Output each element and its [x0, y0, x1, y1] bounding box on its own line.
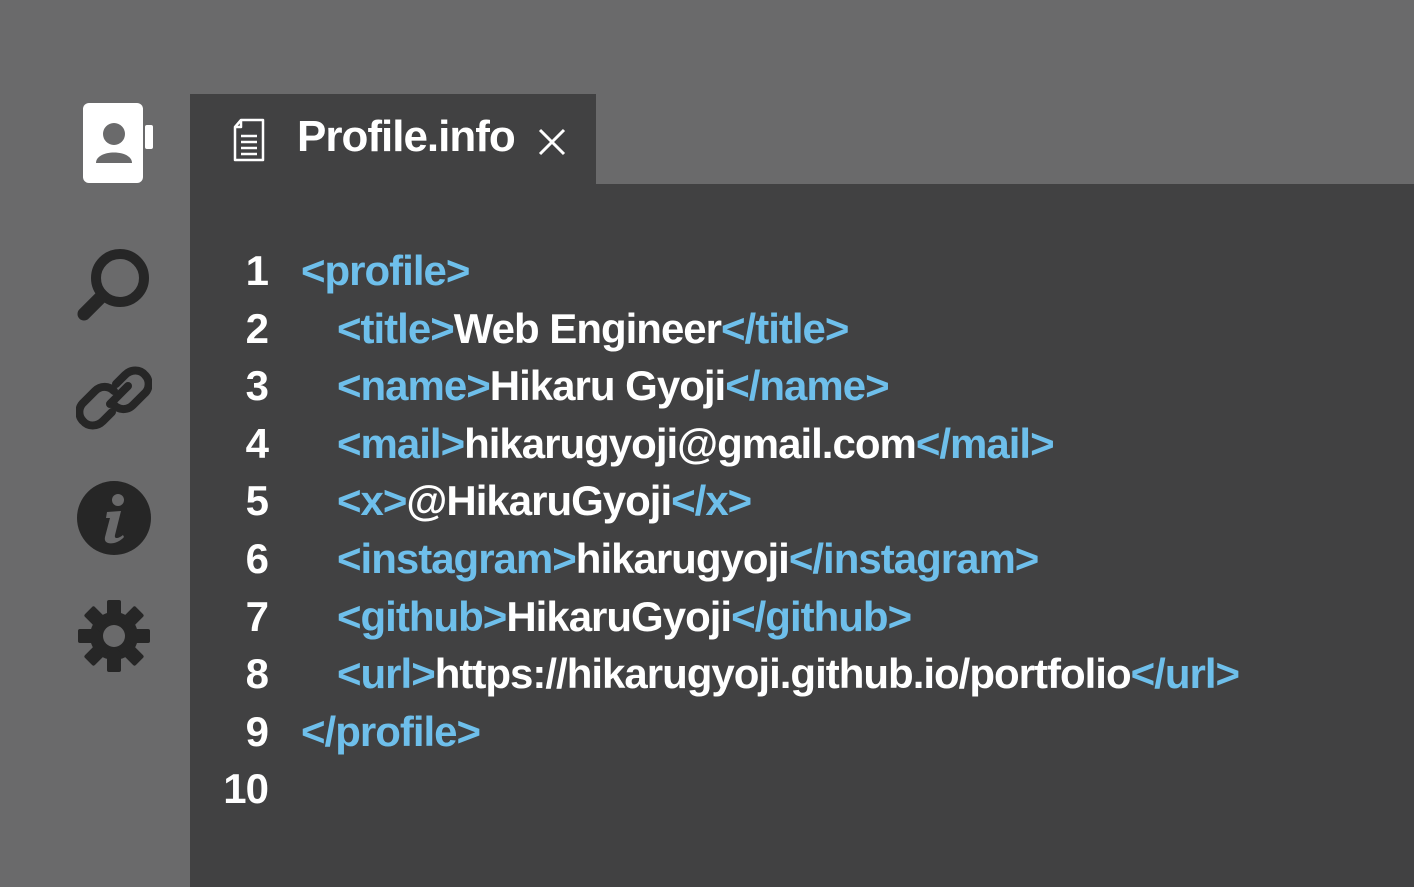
info-icon[interactable] — [77, 481, 151, 555]
open-tag: <profile> — [301, 247, 470, 294]
close-tag: </x> — [671, 477, 752, 524]
open-tag: </profile> — [301, 708, 481, 755]
line-number: 7 — [245, 593, 269, 640]
line-content: <title>Web Engineer</title> — [337, 301, 849, 357]
tab-profile-info[interactable]: Profile.info — [190, 94, 596, 185]
value-text: Web Engineer — [453, 305, 722, 352]
close-tag: </name> — [725, 362, 889, 409]
close-tag: </github> — [731, 593, 912, 640]
open-tag: <name> — [337, 362, 491, 409]
gear-icon[interactable] — [76, 598, 152, 674]
line-number: 5 — [245, 477, 269, 524]
close-tag: </mail> — [915, 420, 1055, 467]
open-tag: <x> — [337, 477, 407, 524]
line-number: 2 — [245, 305, 269, 352]
open-tag: <instagram> — [337, 535, 577, 582]
line-number: 3 — [245, 362, 269, 409]
close-tag: </url> — [1130, 650, 1240, 697]
line-number: 4 — [245, 420, 269, 467]
open-tag: <github> — [337, 593, 507, 640]
tab-title: Profile.info — [297, 112, 516, 161]
line-content: <mail>hikarugyoji@gmail.com</mail> — [337, 416, 1055, 472]
line-number: 8 — [245, 650, 269, 697]
document-icon — [233, 118, 265, 162]
search-icon[interactable] — [76, 246, 152, 322]
line-content: <x>@HikaruGyoji</x> — [337, 473, 752, 529]
line-content: <url>https://hikarugyoji.github.io/portf… — [337, 646, 1240, 702]
value-text: HikaruGyoji — [506, 593, 732, 640]
line-content: </profile> — [301, 704, 481, 760]
close-tag: </title> — [721, 305, 849, 352]
value-text: hikarugyoji@gmail.com — [464, 420, 917, 467]
line-number: 6 — [245, 535, 269, 582]
line-number: 10 — [223, 765, 269, 812]
open-tag: <title> — [337, 305, 455, 352]
profile-card-icon[interactable] — [83, 103, 155, 183]
open-tag: <url> — [337, 650, 436, 697]
value-text: https://hikarugyoji.github.io/portfolio — [434, 650, 1132, 697]
line-number: 9 — [245, 708, 269, 755]
close-icon[interactable] — [537, 127, 567, 157]
close-tag: </instagram> — [788, 535, 1039, 582]
line-content: <instagram>hikarugyoji</instagram> — [337, 531, 1039, 587]
value-text: Hikaru Gyoji — [489, 362, 726, 409]
value-text: @HikaruGyoji — [406, 477, 672, 524]
line-content: <profile> — [301, 243, 470, 299]
line-content: <github>HikaruGyoji</github> — [337, 589, 912, 645]
line-number: 1 — [245, 247, 269, 294]
open-tag: <mail> — [337, 420, 465, 467]
value-text: hikarugyoji — [575, 535, 790, 582]
link-icon[interactable] — [76, 360, 152, 436]
line-content: <name>Hikaru Gyoji</name> — [337, 358, 890, 414]
